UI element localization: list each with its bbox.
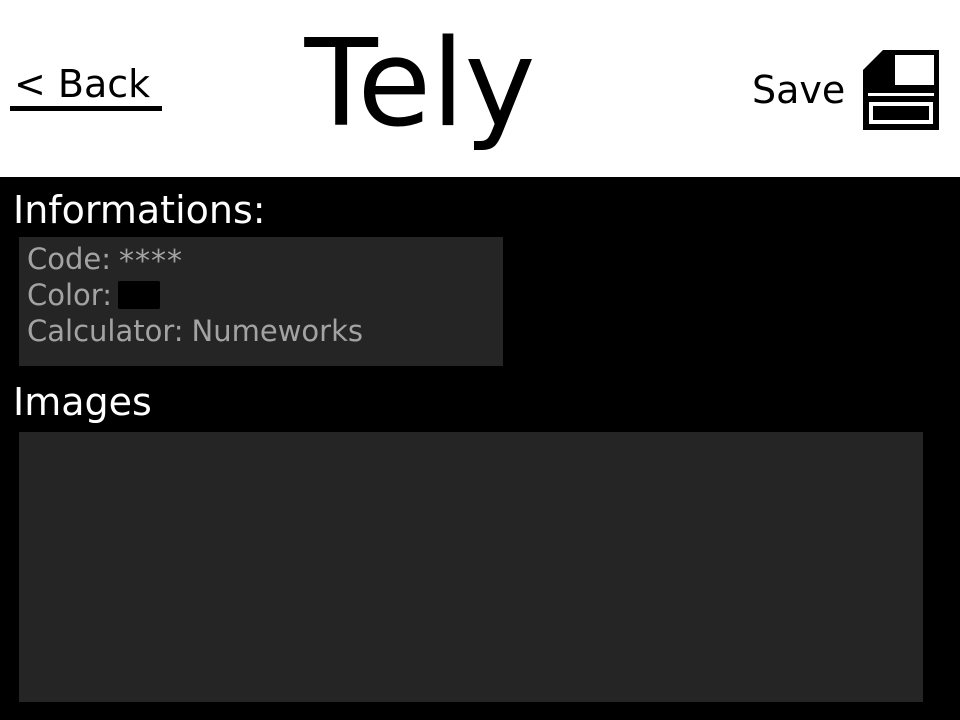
app-title: Tely xyxy=(0,10,840,160)
code-label: Code: xyxy=(27,242,112,276)
code-row: Code: **** xyxy=(27,241,495,280)
color-swatch[interactable] xyxy=(117,281,160,309)
save-label: Save xyxy=(752,68,846,112)
color-row: Color: xyxy=(27,277,495,313)
informations-heading: Informations: xyxy=(13,188,266,232)
code-value[interactable]: **** xyxy=(119,244,183,280)
save-button[interactable]: Save xyxy=(752,50,940,130)
images-panel[interactable] xyxy=(19,432,923,702)
app-title-text: Tely xyxy=(304,15,536,154)
informations-panel: Code: **** Color: Calculator: Numeworks xyxy=(19,237,503,366)
calculator-value[interactable]: Numeworks xyxy=(192,313,363,349)
images-heading: Images xyxy=(13,380,152,424)
color-label: Color: xyxy=(27,278,112,312)
calculator-label: Calculator: xyxy=(27,314,184,348)
floppy-disk-icon xyxy=(863,50,940,130)
header-bar: < Back Tely Save xyxy=(0,0,960,177)
calculator-row: Calculator: Numeworks xyxy=(27,313,495,349)
